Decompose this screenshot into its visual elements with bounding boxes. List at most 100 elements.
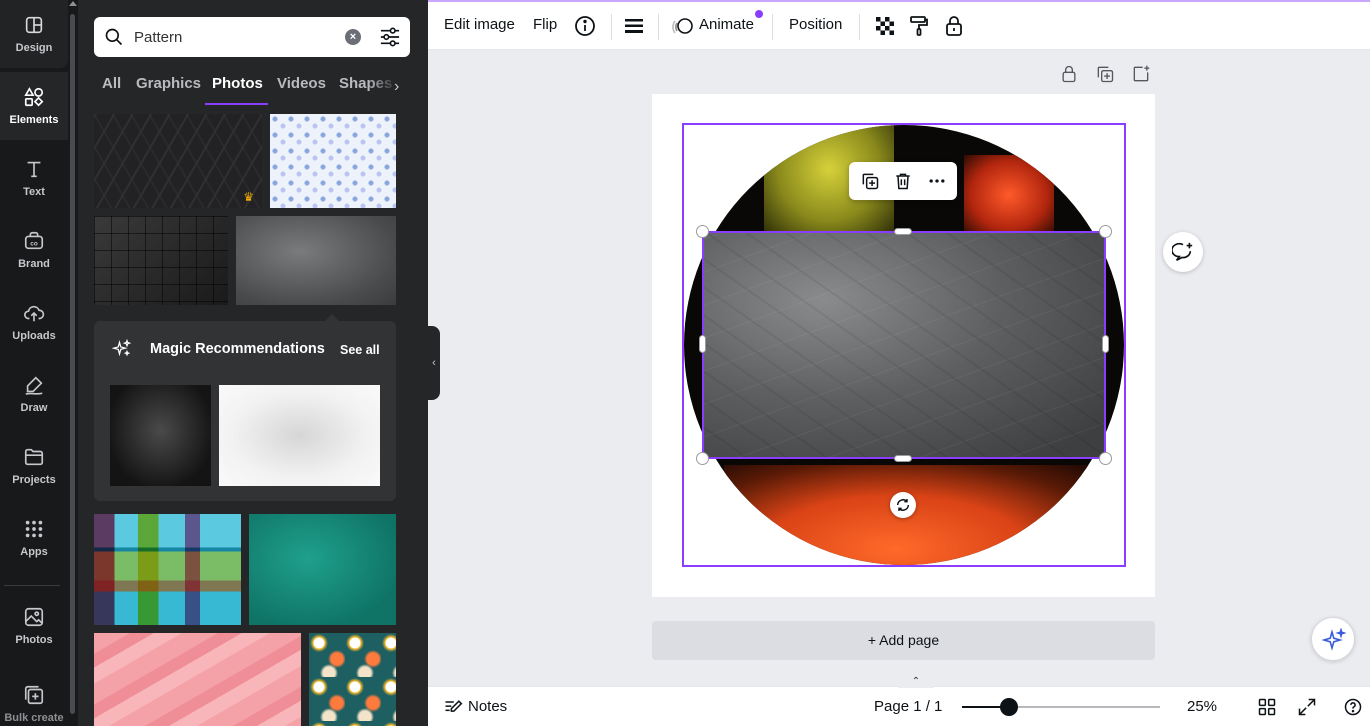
grid-view-icon[interactable] (1257, 697, 1277, 717)
tab-graphics[interactable]: Graphics (136, 75, 201, 92)
fullscreen-icon[interactable] (1297, 697, 1317, 717)
sidebar-scrollbar[interactable] (68, 0, 78, 726)
photo-thumbnail-hexagon[interactable]: ♛ (94, 114, 262, 208)
duplicate-page-icon[interactable] (1095, 64, 1115, 84)
resize-handle-top-right[interactable] (1099, 225, 1112, 238)
add-comment-button[interactable] (1163, 232, 1203, 272)
photo-thumbnail-teal[interactable] (249, 514, 396, 625)
zoom-slider-knob[interactable] (999, 698, 1018, 716)
sidebar-item-apps[interactable]: Apps (0, 504, 68, 572)
sidebar-item-uploads[interactable]: Uploads (0, 288, 68, 356)
chevron-right-icon[interactable]: › (394, 78, 399, 96)
scroll-up-arrow-icon[interactable] (69, 1, 77, 6)
resize-handle-left[interactable] (699, 335, 706, 353)
svg-text:co: co (30, 241, 38, 248)
sidebar-item-bulk-create[interactable]: Bulk create (0, 670, 68, 726)
brand-icon: co (24, 231, 44, 250)
flip-button[interactable]: Flip (533, 16, 557, 33)
sidebar-item-label: Photos (15, 634, 53, 646)
magic-recommendations: Magic Recommendations See all (94, 314, 396, 501)
search-icon (105, 28, 123, 46)
texture-overlay (704, 233, 1104, 457)
uploads-icon (24, 305, 45, 322)
filter-icon[interactable] (379, 27, 401, 47)
collapse-panel-button[interactable]: ‹ (428, 326, 440, 400)
search-box: × (94, 17, 410, 57)
elements-icon (24, 87, 44, 107)
resize-handle-top-left[interactable] (696, 225, 709, 238)
animate-button[interactable]: Animate (699, 16, 754, 33)
comment-add-icon (1172, 242, 1193, 261)
page-lock-icon[interactable] (1059, 64, 1079, 84)
sidebar-divider (4, 585, 60, 586)
photo-thumbnail-stained-glass[interactable] (94, 514, 241, 625)
resize-handle-top[interactable] (894, 228, 912, 235)
chevron-up-icon[interactable]: ⌃ (898, 674, 934, 688)
zoom-level[interactable]: 25% (1187, 698, 1217, 715)
photo-thumbnail-gray-texture[interactable] (236, 216, 396, 305)
sidebar-item-label: Draw (20, 402, 48, 414)
lock-icon[interactable] (942, 14, 966, 38)
edit-image-button[interactable]: Edit image (444, 16, 515, 33)
clear-search-icon[interactable]: × (345, 29, 361, 45)
crown-icon: ♛ (243, 190, 254, 204)
resize-handle-right[interactable] (1102, 335, 1109, 353)
photos-icon (24, 607, 44, 627)
add-page-button[interactable]: + Add page (652, 621, 1155, 660)
rotate-handle[interactable] (890, 492, 916, 518)
elements-panel: × All Graphics Photos Videos Shapes › ♛ … (78, 0, 428, 726)
paint-roller-icon[interactable] (907, 14, 931, 38)
sidebar-item-design[interactable]: Design (0, 0, 68, 68)
tab-videos[interactable]: Videos (277, 75, 326, 92)
position-button[interactable]: Position (789, 16, 842, 33)
animate-icon[interactable] (672, 14, 696, 38)
notes-icon (445, 700, 463, 712)
magic-assistant-button[interactable] (1311, 617, 1355, 661)
toolbar-divider (611, 14, 612, 40)
more-options-icon[interactable] (927, 171, 947, 191)
sidebar-item-label: Projects (12, 474, 56, 486)
active-tab-indicator (205, 103, 268, 105)
photo-thumbnail-cubes[interactable] (94, 216, 228, 305)
magic-title: Magic Recommendations (150, 341, 325, 357)
notes-button[interactable]: Notes (468, 698, 507, 715)
photo-thumbnail-floral[interactable] (309, 633, 396, 726)
apps-icon (25, 520, 43, 538)
resize-handle-bottom[interactable] (894, 455, 912, 462)
sidebar-item-elements[interactable]: Elements (0, 72, 68, 140)
border-style-icon[interactable] (622, 14, 646, 38)
tab-all[interactable]: All (102, 75, 121, 92)
sparkle-icon (1322, 628, 1346, 651)
scrollbar-thumb[interactable] (70, 14, 75, 714)
sparkle-icon (112, 339, 132, 357)
tab-photos[interactable]: Photos (212, 75, 263, 92)
sidebar-item-text[interactable]: Text (0, 144, 68, 212)
floating-element-toolbar (849, 162, 957, 200)
side-navigation: Design Elements Text co Brand Uploads Dr… (0, 0, 68, 726)
photo-thumbnail-pink-waves[interactable] (94, 633, 301, 726)
context-toolbar: Edit image Flip Animate Position (428, 0, 1370, 50)
sidebar-item-draw[interactable]: Draw (0, 360, 68, 428)
photo-thumbnail-floral-blue[interactable] (270, 114, 396, 208)
trash-icon[interactable] (893, 171, 913, 191)
bulk-create-icon (24, 685, 44, 705)
help-icon[interactable] (1343, 697, 1363, 717)
search-input[interactable] (134, 26, 334, 48)
info-icon[interactable] (573, 14, 597, 38)
page-indicator[interactable]: Page 1 / 1 (874, 698, 942, 715)
draw-icon (25, 376, 43, 395)
duplicate-icon[interactable] (860, 171, 880, 191)
transparency-icon[interactable] (873, 14, 897, 38)
see-all-link[interactable]: See all (340, 343, 380, 357)
selected-texture-image[interactable] (702, 231, 1106, 459)
sidebar-item-brand[interactable]: co Brand (0, 216, 68, 284)
add-page-icon[interactable] (1131, 64, 1151, 84)
photo-thumbnail-dark-grunge[interactable] (110, 385, 211, 486)
photo-thumbnail-light-grunge[interactable] (219, 385, 380, 486)
sidebar-item-photos[interactable]: Photos (0, 592, 68, 660)
resize-handle-bottom-right[interactable] (1099, 452, 1112, 465)
sidebar-item-label: Bulk create (4, 712, 64, 724)
resize-handle-bottom-left[interactable] (696, 452, 709, 465)
sidebar-item-projects[interactable]: Projects (0, 432, 68, 500)
projects-icon (24, 448, 44, 466)
